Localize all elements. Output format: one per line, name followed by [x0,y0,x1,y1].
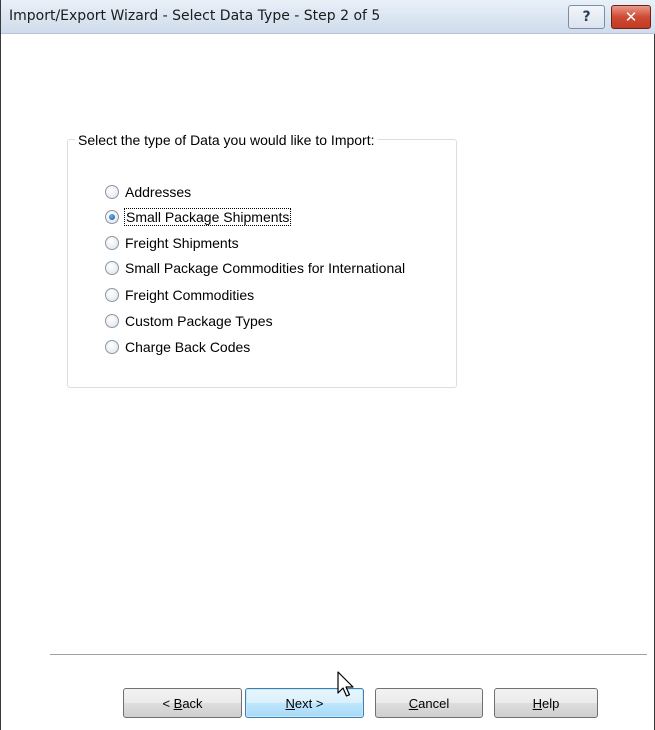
help-icon: ? [582,9,591,25]
radio-label: Freight Commodities [125,287,255,303]
radio-addresses[interactable]: Addresses [105,182,191,202]
radio-freight-shipments[interactable]: Freight Shipments [105,233,239,253]
radio-label: Small Package Commodities for Internatio… [125,260,406,276]
close-icon: ✕ [624,8,638,26]
help-button[interactable]: Help [494,688,598,718]
window-title: Import/Export Wizard - Select Data Type … [9,8,381,24]
radio-freight-commodities[interactable]: Freight Commodities [105,285,254,305]
radio-label: Freight Shipments [125,235,239,251]
next-rest: ext > [294,695,324,711]
radio-charge-back-codes[interactable]: Charge Back Codes [105,337,250,357]
back-mnemonic: B [173,695,183,711]
radio-circle[interactable] [105,236,119,250]
radio-label: Custom Package Types [125,313,273,329]
radio-circle[interactable] [105,288,119,302]
radio-custom-package-types[interactable]: Custom Package Types [105,311,273,331]
mouse-pointer-icon [337,671,354,697]
radio-circle[interactable] [105,314,119,328]
help-rest: elp [542,695,560,711]
cancel-mnemonic: C [408,695,419,711]
title-help-button[interactable]: ? [568,5,605,29]
radio-circle[interactable] [105,185,119,199]
footer-separator [50,654,647,655]
title-bar[interactable]: Import/Export Wizard - Select Data Type … [1,0,655,34]
back-rest: ack [182,695,203,711]
radio-label: Small Package Shipments [123,208,292,226]
radio-small-package-commodities[interactable]: Small Package Commodities for Internatio… [105,258,405,278]
cancel-button[interactable]: Cancel [375,688,483,718]
next-mnemonic: N [285,695,295,711]
groupbox-legend: Select the type of Data you would like t… [75,132,378,148]
radio-circle-selected[interactable] [105,210,119,224]
cancel-rest: ancel [418,695,450,711]
back-prefix: < [162,695,174,711]
radio-label: Charge Back Codes [125,339,251,355]
radio-circle[interactable] [105,261,119,275]
wizard-window: Import/Export Wizard - Select Data Type … [0,0,655,730]
title-close-button[interactable]: ✕ [611,5,651,29]
back-button[interactable]: < Back [123,688,242,718]
radio-small-package-shipments[interactable]: Small Package Shipments [105,207,292,227]
radio-circle[interactable] [105,340,119,354]
radio-label: Addresses [125,184,192,200]
help-mnemonic: H [532,695,543,711]
